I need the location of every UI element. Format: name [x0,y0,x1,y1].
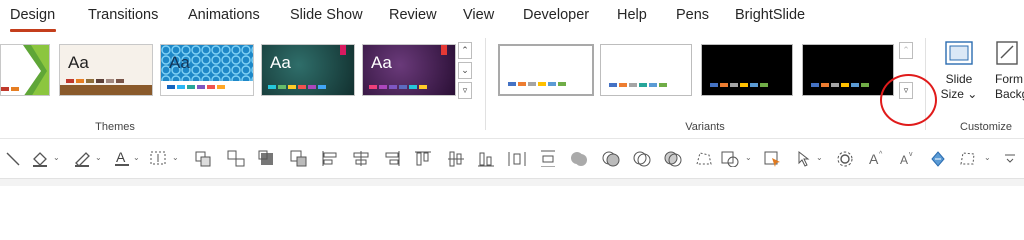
change-shape-icon[interactable] [720,149,740,167]
format-background-label-line1: Form [995,72,1023,86]
customize-group-label: Customize [960,121,1012,133]
increase-font-size-icon[interactable]: A ^ [866,149,886,167]
svg-text:A: A [116,149,126,165]
align-middle-icon[interactable] [446,149,466,167]
align-bottom-icon[interactable] [476,149,496,167]
variants-scroll-up-button[interactable]: ⌃ [899,42,913,59]
themes-scroll-down-button[interactable]: ⌄ [458,62,472,79]
tab-view[interactable]: View [463,7,494,23]
chevron-down-icon[interactable]: ⌄ [95,153,102,162]
distribute-vertically-icon[interactable] [538,149,558,167]
svg-text:v: v [909,151,913,158]
tab-developer[interactable]: Developer [523,7,589,23]
edit-shape-points-icon[interactable] [958,149,978,167]
decrease-font-size-icon[interactable]: Av [897,149,917,167]
themes-scroll-up-button[interactable]: ⌃ [458,42,472,59]
format-background-label-line2: Backgr [995,87,1024,101]
tab-pens[interactable]: Pens [676,7,709,23]
slide-size-button[interactable]: Slide Size ⌄ [936,40,982,102]
variant-thumbnail-1[interactable] [498,44,594,96]
design-ribbon: Aa Aa Aa Aa ⌃ ⌄ ▿ Themes ⌃ ▿ Variants Sl… [0,34,1024,138]
svg-text:^: ^ [879,151,883,158]
merge-shapes-combine-icon[interactable] [601,149,621,167]
theme-thumbnail-teal[interactable]: Aa [261,44,355,96]
line-icon[interactable] [4,149,24,167]
animation-pointer-icon[interactable] [792,149,812,167]
merge-shapes-union-icon[interactable] [569,149,589,167]
tab-help[interactable]: Help [617,7,647,23]
gear-icon[interactable] [835,149,855,167]
tab-animations[interactable]: Animations [188,7,260,23]
toolbar-overflow-icon[interactable] [1002,149,1018,167]
slide-size-icon [945,41,973,65]
align-right-icon[interactable] [382,149,402,167]
variant-thumbnail-2[interactable] [600,44,692,96]
align-center-icon[interactable] [351,149,371,167]
svg-text:A: A [869,151,879,167]
shape-fill-icon[interactable] [30,149,50,167]
merge-shapes-intersect-icon[interactable] [663,149,683,167]
variants-group-label: Variants [685,121,725,133]
tab-slide-show[interactable]: Slide Show [290,7,363,23]
chevron-down-icon[interactable]: ⌄ [133,153,140,162]
selection-pane-icon[interactable] [763,149,783,167]
format-background-button[interactable]: Form Backgr [985,40,1024,102]
chevron-down-icon[interactable]: ⌄ [172,153,179,162]
theme-thumbnail-facet[interactable] [0,44,50,96]
ribbon-tab-bar: Design Transitions Animations Slide Show… [0,0,1024,34]
ungroup-icon[interactable] [226,149,246,167]
chevron-down-icon[interactable]: ⌄ [745,153,752,162]
merge-shapes-fragment-icon[interactable] [632,149,652,167]
tab-transitions[interactable]: Transitions [88,7,158,23]
tab-brightslide[interactable]: BrightSlide [735,7,805,23]
group-divider [485,38,486,130]
theme-thumbnail-purple[interactable]: Aa [362,44,456,96]
bring-forward-icon[interactable] [257,149,277,167]
toolbar-bottom-edge [0,178,1024,186]
variant-thumbnail-3[interactable] [701,44,793,96]
brightslide-icon[interactable] [928,149,948,167]
svg-text:A: A [900,153,908,167]
send-backward-icon[interactable] [289,149,309,167]
slide-size-label-line1: Slide [945,72,973,86]
themes-group-label: Themes [95,121,135,133]
themes-more-button[interactable]: ▿ [458,82,472,99]
align-top-icon[interactable] [413,149,433,167]
text-box-icon[interactable] [148,149,168,167]
edit-points-icon[interactable] [694,149,714,167]
tab-design[interactable]: Design [10,7,55,23]
chevron-down-icon[interactable]: ⌄ [53,153,60,162]
group-icon[interactable] [193,149,213,167]
align-left-icon[interactable] [320,149,340,167]
format-background-icon [996,41,1018,65]
annotation-circle [880,74,937,126]
font-color-icon[interactable]: A [112,149,132,167]
tab-review[interactable]: Review [389,7,437,23]
slide-size-label-line2: Size ⌄ [940,87,978,101]
chevron-down-icon[interactable]: ⌄ [984,153,991,162]
variant-thumbnail-4[interactable] [802,44,894,96]
theme-thumbnail-circuit[interactable]: Aa [160,44,254,96]
distribute-horizontally-icon[interactable] [507,149,527,167]
active-tab-underline [10,29,56,32]
theme-thumbnail-wood[interactable]: Aa [59,44,153,96]
shape-outline-icon[interactable] [72,149,92,167]
chevron-down-icon[interactable]: ⌄ [816,153,823,162]
